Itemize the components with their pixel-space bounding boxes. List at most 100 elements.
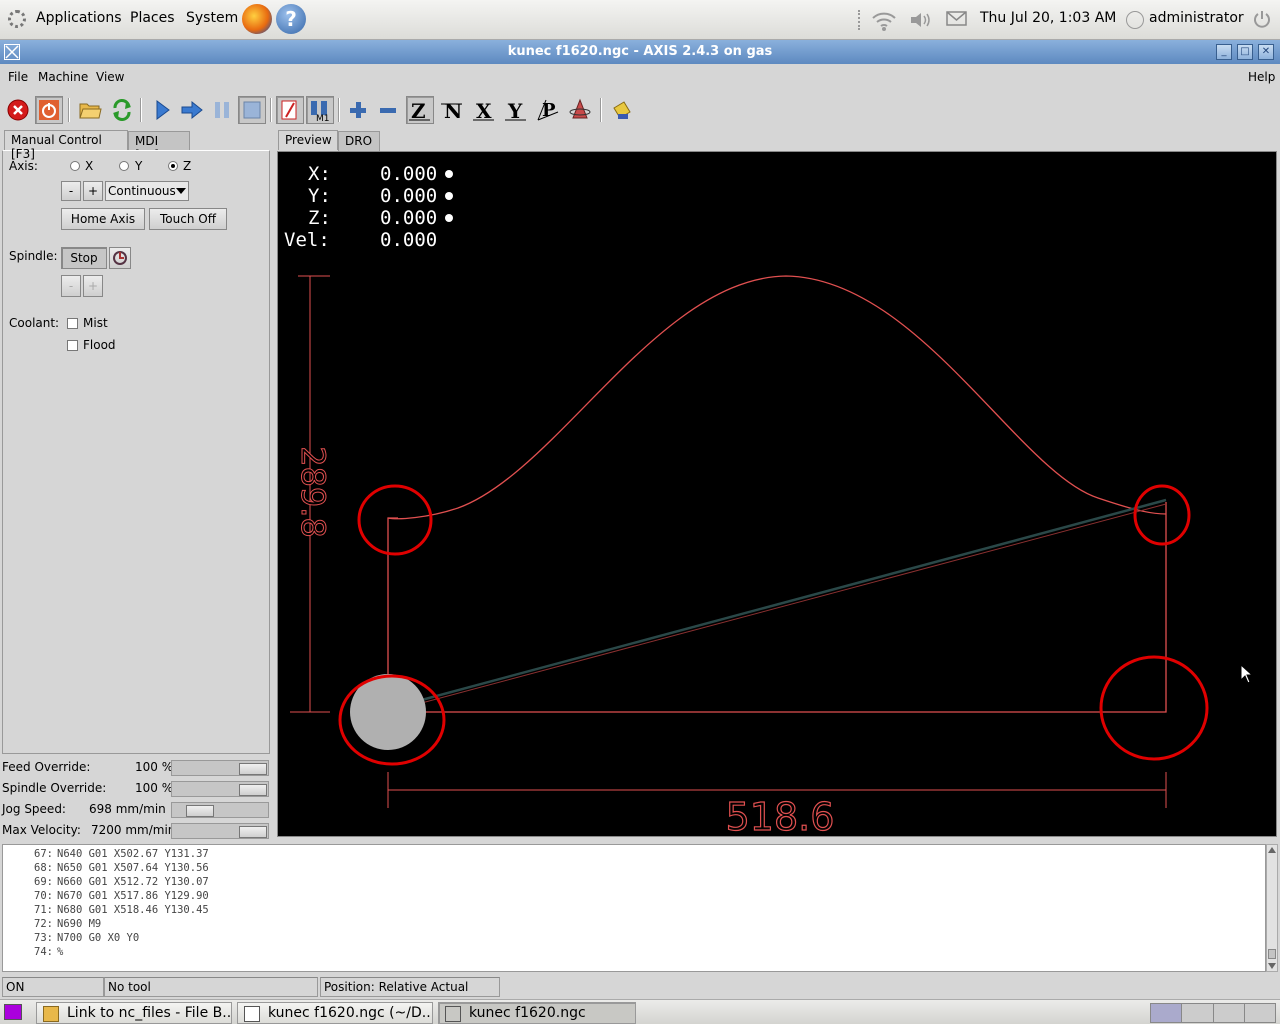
- jog-speed-slider[interactable]: [171, 802, 269, 818]
- tab-mdi[interactable]: MDI [F5]: [128, 131, 190, 162]
- gcode-line[interactable]: 67: N640 G01 X502.67 Y131.37: [3, 848, 209, 862]
- max-velocity-thumb[interactable]: [239, 826, 267, 838]
- spindle-stop-button[interactable]: Stop: [61, 247, 107, 269]
- dro-y-value: 0.000: [380, 185, 437, 207]
- gcode-line-number: 70:: [34, 890, 53, 902]
- workspace-2[interactable]: [1182, 1004, 1214, 1022]
- view-y-icon[interactable]: Y: [502, 96, 530, 124]
- spindle-override-slider[interactable]: [171, 781, 269, 797]
- gnome-foot-icon[interactable]: [8, 10, 26, 28]
- workspace-1[interactable]: [1151, 1004, 1183, 1022]
- gcode-line[interactable]: 70: N670 G01 X517.86 Y129.90: [3, 890, 209, 904]
- menu-file[interactable]: File: [8, 70, 28, 84]
- gcode-listing[interactable]: 67: N640 G01 X502.67 Y131.37 68: N650 G01 X…: [2, 844, 1266, 972]
- help-icon[interactable]: ?: [276, 4, 306, 34]
- gcode-line[interactable]: 72: N690 M9: [3, 918, 101, 932]
- jog-minus-button[interactable]: -: [61, 181, 81, 201]
- gcode-line[interactable]: 73: N700 G0 X0 Y0: [3, 932, 139, 946]
- task-file-browser[interactable]: Link to nc_files - File B...: [36, 1002, 232, 1024]
- mail-icon[interactable]: [946, 11, 968, 27]
- tab-manual-control[interactable]: Manual Control [F3]: [4, 130, 128, 161]
- gcode-line[interactable]: 69: N660 G01 X512.72 Y130.07: [3, 876, 209, 890]
- network-icon[interactable]: [870, 8, 898, 32]
- menu-view[interactable]: View: [96, 70, 124, 84]
- svg-text:M1: M1: [316, 114, 330, 122]
- menu-help[interactable]: Help: [1248, 70, 1275, 84]
- minimize-button[interactable]: _: [1216, 44, 1232, 60]
- task-axis[interactable]: kunec f1620.ngc: [438, 1002, 636, 1024]
- show-desktop-icon[interactable]: [4, 1004, 22, 1020]
- machine-power-icon[interactable]: [35, 96, 63, 124]
- preview-canvas[interactable]: X: 0.000 Y: 0.000 Z: 0.000 Vel: 0.000 28…: [277, 151, 1277, 837]
- scroll-thumb[interactable]: [1268, 949, 1276, 959]
- feed-override-slider[interactable]: [171, 760, 269, 776]
- touch-off-button[interactable]: Touch Off: [149, 208, 227, 230]
- places-menu[interactable]: Places: [130, 10, 175, 26]
- task-text-editor[interactable]: kunec f1620.ngc (~/D...: [237, 1002, 433, 1024]
- gcode-line[interactable]: 68: N650 G01 X507.64 Y130.56: [3, 862, 209, 876]
- estop-icon[interactable]: [4, 96, 32, 124]
- gcode-line-number: 74:: [34, 946, 53, 958]
- view-z-icon[interactable]: Z: [406, 96, 434, 124]
- user-menu[interactable]: administrator: [1149, 10, 1244, 26]
- scroll-down-icon[interactable]: [1268, 963, 1276, 969]
- rotate-icon[interactable]: [566, 96, 594, 124]
- view-z2-icon[interactable]: N: [438, 96, 466, 124]
- view-p-icon[interactable]: P: [534, 96, 562, 124]
- spindle-override-thumb[interactable]: [239, 784, 267, 796]
- open-file-icon[interactable]: [76, 96, 104, 124]
- tab-preview[interactable]: Preview: [278, 130, 338, 150]
- menu-machine[interactable]: Machine: [38, 70, 88, 84]
- clear-plot-icon[interactable]: [608, 96, 636, 124]
- window-titlebar[interactable]: kunec f1620.ngc - AXIS 2.4.3 on gas _ □ …: [0, 40, 1280, 64]
- width-dimension-label: 518.6: [726, 795, 835, 836]
- jog-mode-select[interactable]: Continuous: [105, 181, 189, 201]
- run-icon[interactable]: [148, 96, 176, 124]
- jog-plus-button[interactable]: +: [83, 181, 103, 201]
- zoom-out-icon[interactable]: [374, 96, 402, 124]
- block-delete-icon[interactable]: [276, 96, 304, 124]
- reload-icon[interactable]: [108, 96, 136, 124]
- zoom-in-icon[interactable]: [344, 96, 372, 124]
- brake-icon: [113, 251, 127, 265]
- toolpath-plot[interactable]: X: 0.000 Y: 0.000 Z: 0.000 Vel: 0.000 28…: [278, 152, 1276, 836]
- scroll-up-icon[interactable]: [1268, 847, 1276, 853]
- tab-dro[interactable]: DRO: [338, 131, 380, 151]
- stop-icon[interactable]: [238, 96, 266, 124]
- maximize-button[interactable]: □: [1237, 44, 1253, 60]
- gcode-line[interactable]: 74:%: [3, 946, 63, 960]
- max-velocity-slider[interactable]: [171, 823, 269, 839]
- axis-y-radio[interactable]: [119, 161, 129, 171]
- workspace-3[interactable]: [1213, 1004, 1245, 1022]
- gcode-line[interactable]: 71: N680 G01 X518.46 Y130.45: [3, 904, 209, 918]
- panel-handle: [858, 10, 862, 30]
- optional-stop-icon[interactable]: M1: [306, 96, 334, 124]
- system-menu[interactable]: System: [186, 10, 238, 26]
- home-axis-button[interactable]: Home Axis: [61, 208, 145, 230]
- clock[interactable]: Thu Jul 20, 1:03 AM: [980, 10, 1116, 26]
- spindle-faster-button[interactable]: +: [83, 275, 103, 297]
- close-window-button[interactable]: ✕: [1258, 44, 1274, 60]
- workspace-4[interactable]: [1244, 1004, 1275, 1022]
- view-x-icon[interactable]: X: [470, 96, 498, 124]
- gcode-scrollbar[interactable]: [1266, 844, 1278, 972]
- volume-icon[interactable]: [908, 10, 932, 30]
- task-axis-label: kunec f1620.ngc: [469, 1005, 586, 1021]
- task-text-editor-label: kunec f1620.ngc (~/D...: [268, 1005, 433, 1021]
- spindle-brake-button[interactable]: [109, 247, 131, 269]
- axis-z-radio[interactable]: [168, 161, 178, 171]
- axis-task-icon: [445, 1006, 461, 1022]
- pause-icon[interactable]: [208, 96, 236, 124]
- shutdown-icon[interactable]: [1252, 9, 1272, 29]
- step-icon[interactable]: [178, 96, 206, 124]
- mouse-cursor-icon: [1240, 663, 1254, 687]
- feed-override-thumb[interactable]: [239, 763, 267, 775]
- axis-x-radio[interactable]: [70, 161, 80, 171]
- spindle-slower-button[interactable]: -: [61, 275, 81, 297]
- firefox-icon[interactable]: [242, 4, 272, 34]
- jog-speed-thumb[interactable]: [186, 805, 214, 817]
- flood-checkbox[interactable]: [67, 340, 78, 351]
- applications-menu[interactable]: Applications: [36, 10, 122, 26]
- workspace-switcher[interactable]: [1150, 1003, 1276, 1023]
- mist-checkbox[interactable]: [67, 318, 78, 329]
